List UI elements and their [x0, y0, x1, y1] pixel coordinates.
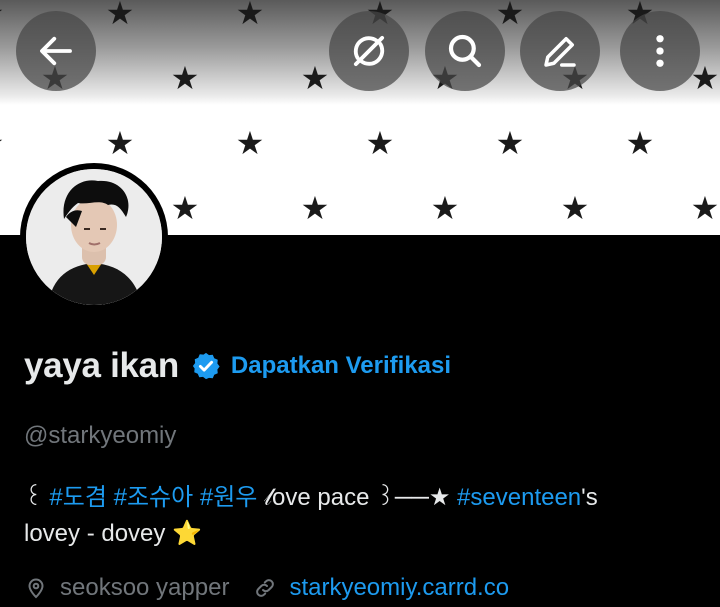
get-verified-link[interactable]: Dapatkan Verifikasi — [231, 352, 451, 380]
avatar-portrait — [26, 169, 162, 305]
hashtag-link[interactable]: #seventeen — [457, 484, 581, 511]
banner-star: ★ — [0, 0, 6, 29]
location-pin-icon — [28, 578, 44, 599]
verified-badge-icon[interactable] — [191, 351, 221, 381]
grok-button[interactable] — [329, 11, 409, 91]
banner-star: ★ — [300, 59, 330, 97]
banner-star: ★ — [0, 127, 6, 159]
bio-line-1: ꒰ #도겸 #조슈아 #원우 𝓁ove pace ꒱──★ #seventeen… — [24, 480, 704, 516]
banner-star: ★ — [495, 0, 525, 32]
banner-star: ★ — [495, 124, 525, 162]
bio-middle-text: 𝓁ove pace ꒱──★ — [257, 484, 458, 511]
grok-icon — [353, 35, 385, 67]
banner-star: ★ — [170, 189, 200, 227]
hashtag-link[interactable]: #조슈아 — [114, 484, 194, 511]
edit-button[interactable] — [520, 11, 600, 91]
banner-star: ★ — [430, 189, 460, 227]
banner-star: ★ — [560, 189, 590, 227]
location-text: seoksoo yapper — [60, 574, 230, 601]
more-vertical-icon — [656, 35, 664, 67]
user-handle: @starkyeomiy — [24, 422, 177, 449]
banner-star: ★ — [235, 124, 265, 162]
bio-line-2: lovey - dovey ⭐ — [24, 520, 202, 547]
arrow-left-icon — [40, 36, 72, 66]
website-link[interactable]: starkyeomiy.carrd.co — [289, 574, 509, 602]
avatar[interactable] — [26, 169, 162, 305]
hashtag-link[interactable]: #원우 — [200, 484, 258, 511]
edit-icon — [544, 37, 576, 67]
banner-star: ★ — [300, 189, 330, 227]
avatar-border[interactable] — [20, 163, 168, 311]
banner-star: ★ — [170, 59, 200, 97]
banner-star: ★ — [105, 0, 135, 32]
display-name: yaya ikan — [24, 346, 179, 385]
search-icon — [448, 34, 482, 68]
link-icon — [256, 579, 275, 597]
profile-meta: seoksoo yapper starkyeomiy.carrd.co — [24, 574, 509, 602]
bio-lead-text: ꒰ — [24, 484, 50, 511]
banner-star: ★ — [690, 189, 720, 227]
bio-tail-text: 's — [581, 484, 598, 511]
banner-star: ★ — [365, 124, 395, 162]
banner-star: ★ — [625, 124, 655, 162]
more-options-button[interactable] — [620, 11, 700, 91]
profile-bio: ꒰ #도겸 #조슈아 #원우 𝓁ove pace ꒱──★ #seventeen… — [24, 480, 704, 552]
banner-star: ★ — [105, 124, 135, 162]
hashtag-link[interactable]: #도겸 — [49, 484, 107, 511]
profile-name-row: yaya ikan Dapatkan Verifikasi — [24, 346, 451, 386]
back-button[interactable] — [16, 11, 96, 91]
search-button[interactable] — [425, 11, 505, 91]
banner-star: ★ — [235, 0, 265, 32]
